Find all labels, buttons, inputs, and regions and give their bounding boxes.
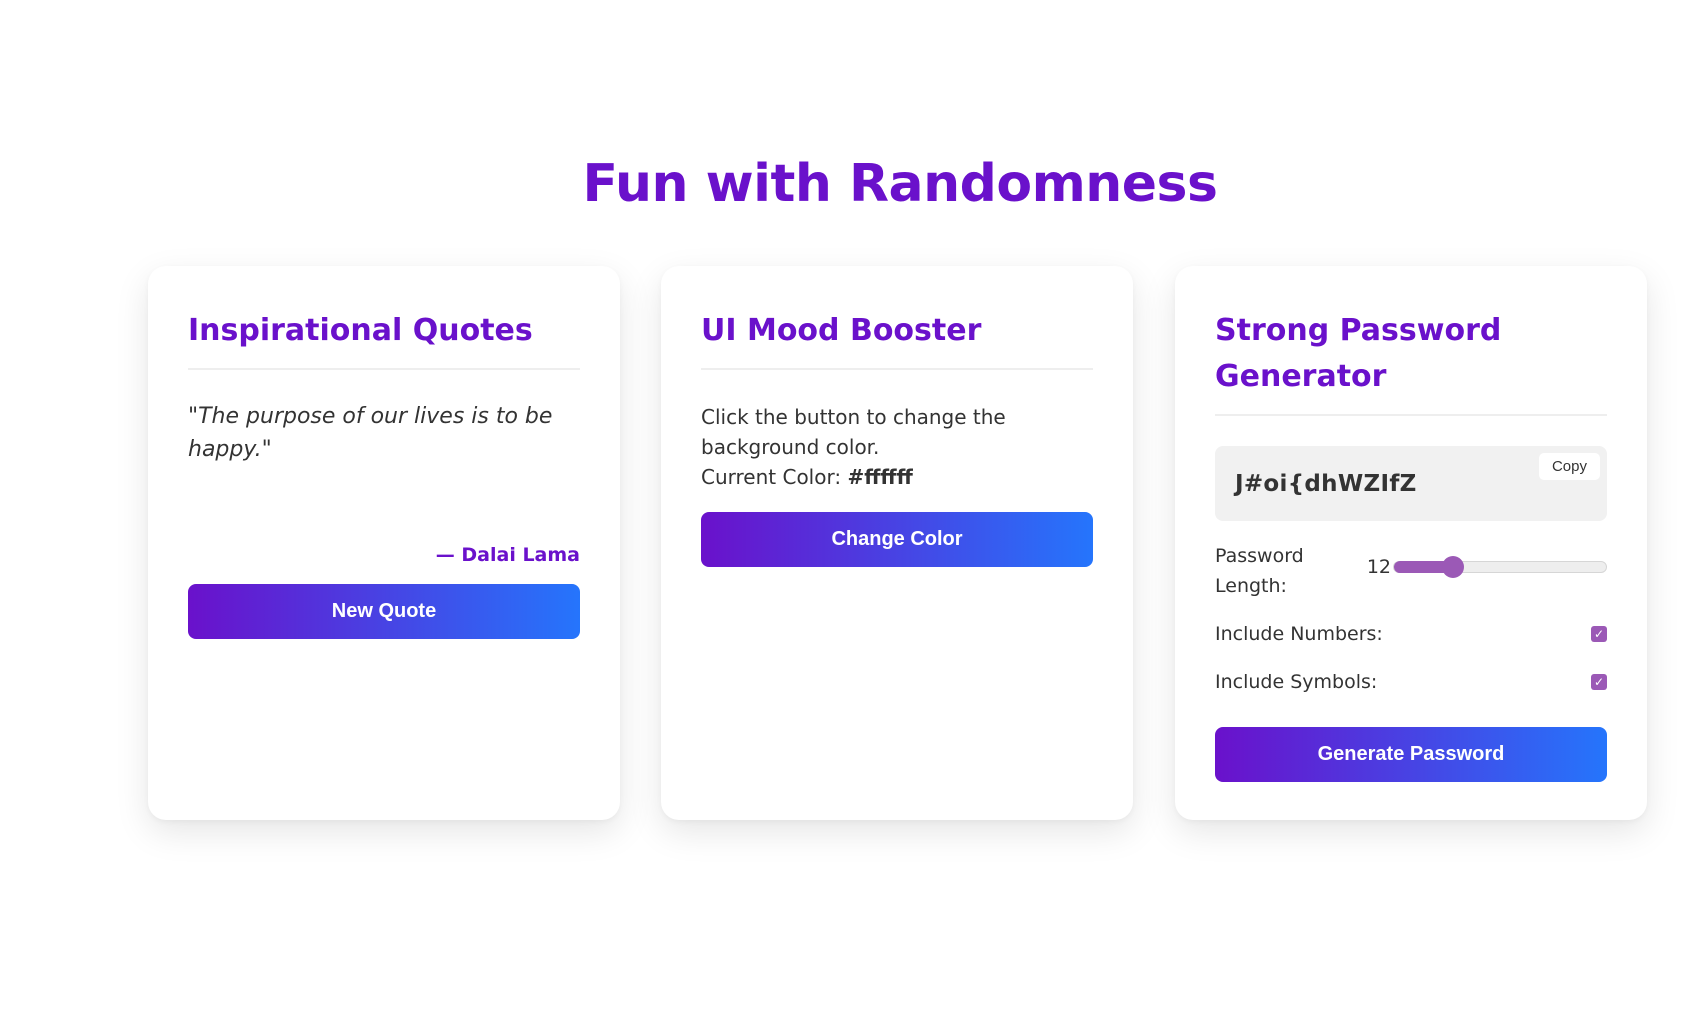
slider-thumb[interactable]	[1442, 556, 1465, 578]
generate-password-button[interactable]: Generate Password	[1215, 727, 1607, 782]
password-length-control: 12	[1367, 556, 1607, 578]
copy-button[interactable]: Copy	[1538, 453, 1600, 480]
quotes-card-heading: Inspirational Quotes	[188, 308, 580, 370]
password-card-heading: Strong Password Generator	[1215, 308, 1607, 416]
include-numbers-row: Include Numbers: ✓	[1215, 623, 1607, 645]
mood-booster-card: UI Mood Booster Click the button to chan…	[661, 266, 1133, 820]
include-numbers-checkbox[interactable]: ✓	[1591, 626, 1607, 642]
quote-text: "The purpose of our lives is to be happy…	[188, 404, 553, 462]
include-numbers-label: Include Numbers:	[1215, 623, 1383, 645]
current-color-value: #ffffff	[847, 465, 913, 489]
current-color-label: Current Color:	[701, 465, 842, 489]
change-color-button[interactable]: Change Color	[701, 512, 1093, 567]
password-length-label: Password Length:	[1215, 545, 1304, 597]
include-symbols-checkbox[interactable]: ✓	[1591, 674, 1607, 690]
generated-password: J#oi{dhWZIfZ	[1235, 470, 1417, 497]
mood-card-heading: UI Mood Booster	[701, 308, 1093, 370]
new-quote-button[interactable]: New Quote	[188, 584, 580, 639]
include-symbols-label: Include Symbols:	[1215, 671, 1378, 693]
password-length-row: Password Length: 12	[1215, 541, 1607, 601]
quotes-card: Inspirational Quotes "The purpose of our…	[148, 266, 620, 820]
page-title: Fun with Randomness	[582, 154, 1218, 214]
include-symbols-row: Include Symbols: ✓	[1215, 671, 1607, 693]
password-generator-card: Strong Password Generator J#oi{dhWZIfZ C…	[1175, 266, 1647, 820]
password-length-slider[interactable]	[1393, 556, 1607, 578]
password-length-value: 12	[1366, 556, 1391, 578]
quote-author: — Dalai Lama	[435, 544, 580, 566]
password-display: J#oi{dhWZIfZ Copy	[1215, 446, 1607, 521]
mood-description: Click the button to change the backgroun…	[701, 402, 1093, 492]
mood-instruction: Click the button to change the backgroun…	[701, 405, 1006, 459]
